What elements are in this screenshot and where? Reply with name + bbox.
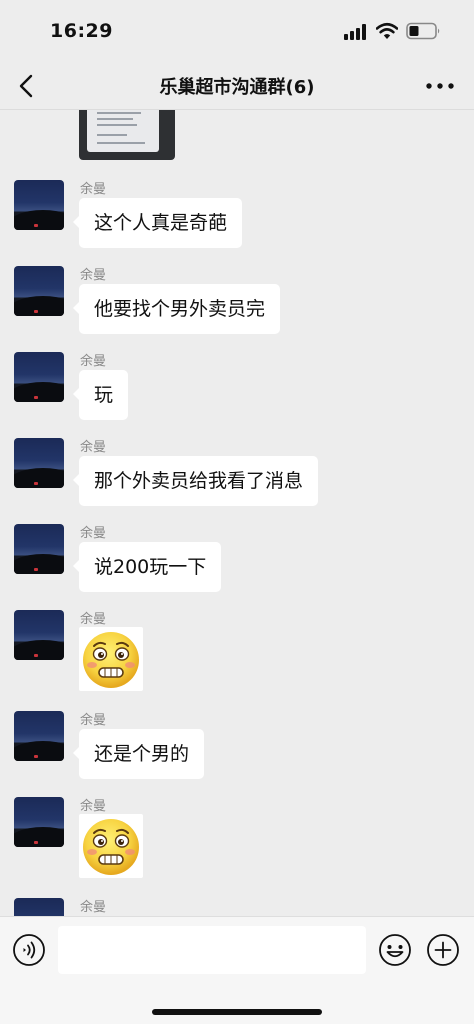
sender-name: 余曼 xyxy=(80,612,107,627)
image-message-thumbnail[interactable] xyxy=(79,110,175,160)
message-bubble[interactable]: 还是个男的 xyxy=(72,729,205,779)
message-bubble[interactable]: 玩 xyxy=(72,370,129,420)
sticker-message[interactable] xyxy=(79,814,143,878)
avatar[interactable] xyxy=(14,898,64,916)
voice-icon[interactable] xyxy=(12,933,46,967)
sticker-message[interactable] xyxy=(79,627,143,691)
nav-bar: 乐巢超市沟通群(6) xyxy=(0,62,474,110)
sender-name: 余曼 xyxy=(80,440,107,455)
wifi-icon xyxy=(376,22,398,39)
avatar[interactable] xyxy=(14,524,64,574)
plus-icon[interactable] xyxy=(426,933,460,967)
message-input[interactable] xyxy=(58,926,366,974)
avatar[interactable] xyxy=(14,711,64,761)
message-bubble[interactable]: 他要找个男外卖员完 xyxy=(72,284,281,334)
embarrassed-face-sticker xyxy=(83,819,139,875)
battery-icon xyxy=(406,22,440,40)
avatar[interactable] xyxy=(14,438,64,488)
message-bubble[interactable]: 那个外卖员给我看了消息 xyxy=(72,456,319,506)
status-bar: 16:29 xyxy=(0,0,474,62)
message-bubble[interactable]: 说200玩一下 xyxy=(72,542,222,592)
sender-name: 余曼 xyxy=(80,900,107,915)
emoji-icon[interactable] xyxy=(378,933,412,967)
avatar[interactable] xyxy=(14,352,64,402)
avatar[interactable] xyxy=(14,180,64,230)
input-bar xyxy=(0,916,474,1024)
sender-name: 余曼 xyxy=(80,713,107,728)
sender-name: 余曼 xyxy=(80,182,107,197)
more-icon[interactable] xyxy=(424,72,456,100)
chat-area[interactable]: 余曼 这个人真是奇葩 余曼 他要找个男外卖员完 余曼 玩 余曼 那个外卖员给我看… xyxy=(0,110,474,916)
home-indicator xyxy=(152,1009,322,1015)
sender-name: 余曼 xyxy=(80,799,107,814)
avatar[interactable] xyxy=(14,266,64,316)
signal-icon xyxy=(344,24,370,40)
sender-name: 余曼 xyxy=(80,526,107,541)
sender-name: 余曼 xyxy=(80,354,107,369)
status-time: 16:29 xyxy=(50,20,113,42)
avatar[interactable] xyxy=(14,797,64,847)
embarrassed-face-sticker xyxy=(83,632,139,688)
chat-title: 乐巢超市沟通群(6) xyxy=(159,77,315,98)
message-bubble[interactable]: 这个人真是奇葩 xyxy=(72,198,243,248)
avatar[interactable] xyxy=(14,610,64,660)
sender-name: 余曼 xyxy=(80,268,107,283)
